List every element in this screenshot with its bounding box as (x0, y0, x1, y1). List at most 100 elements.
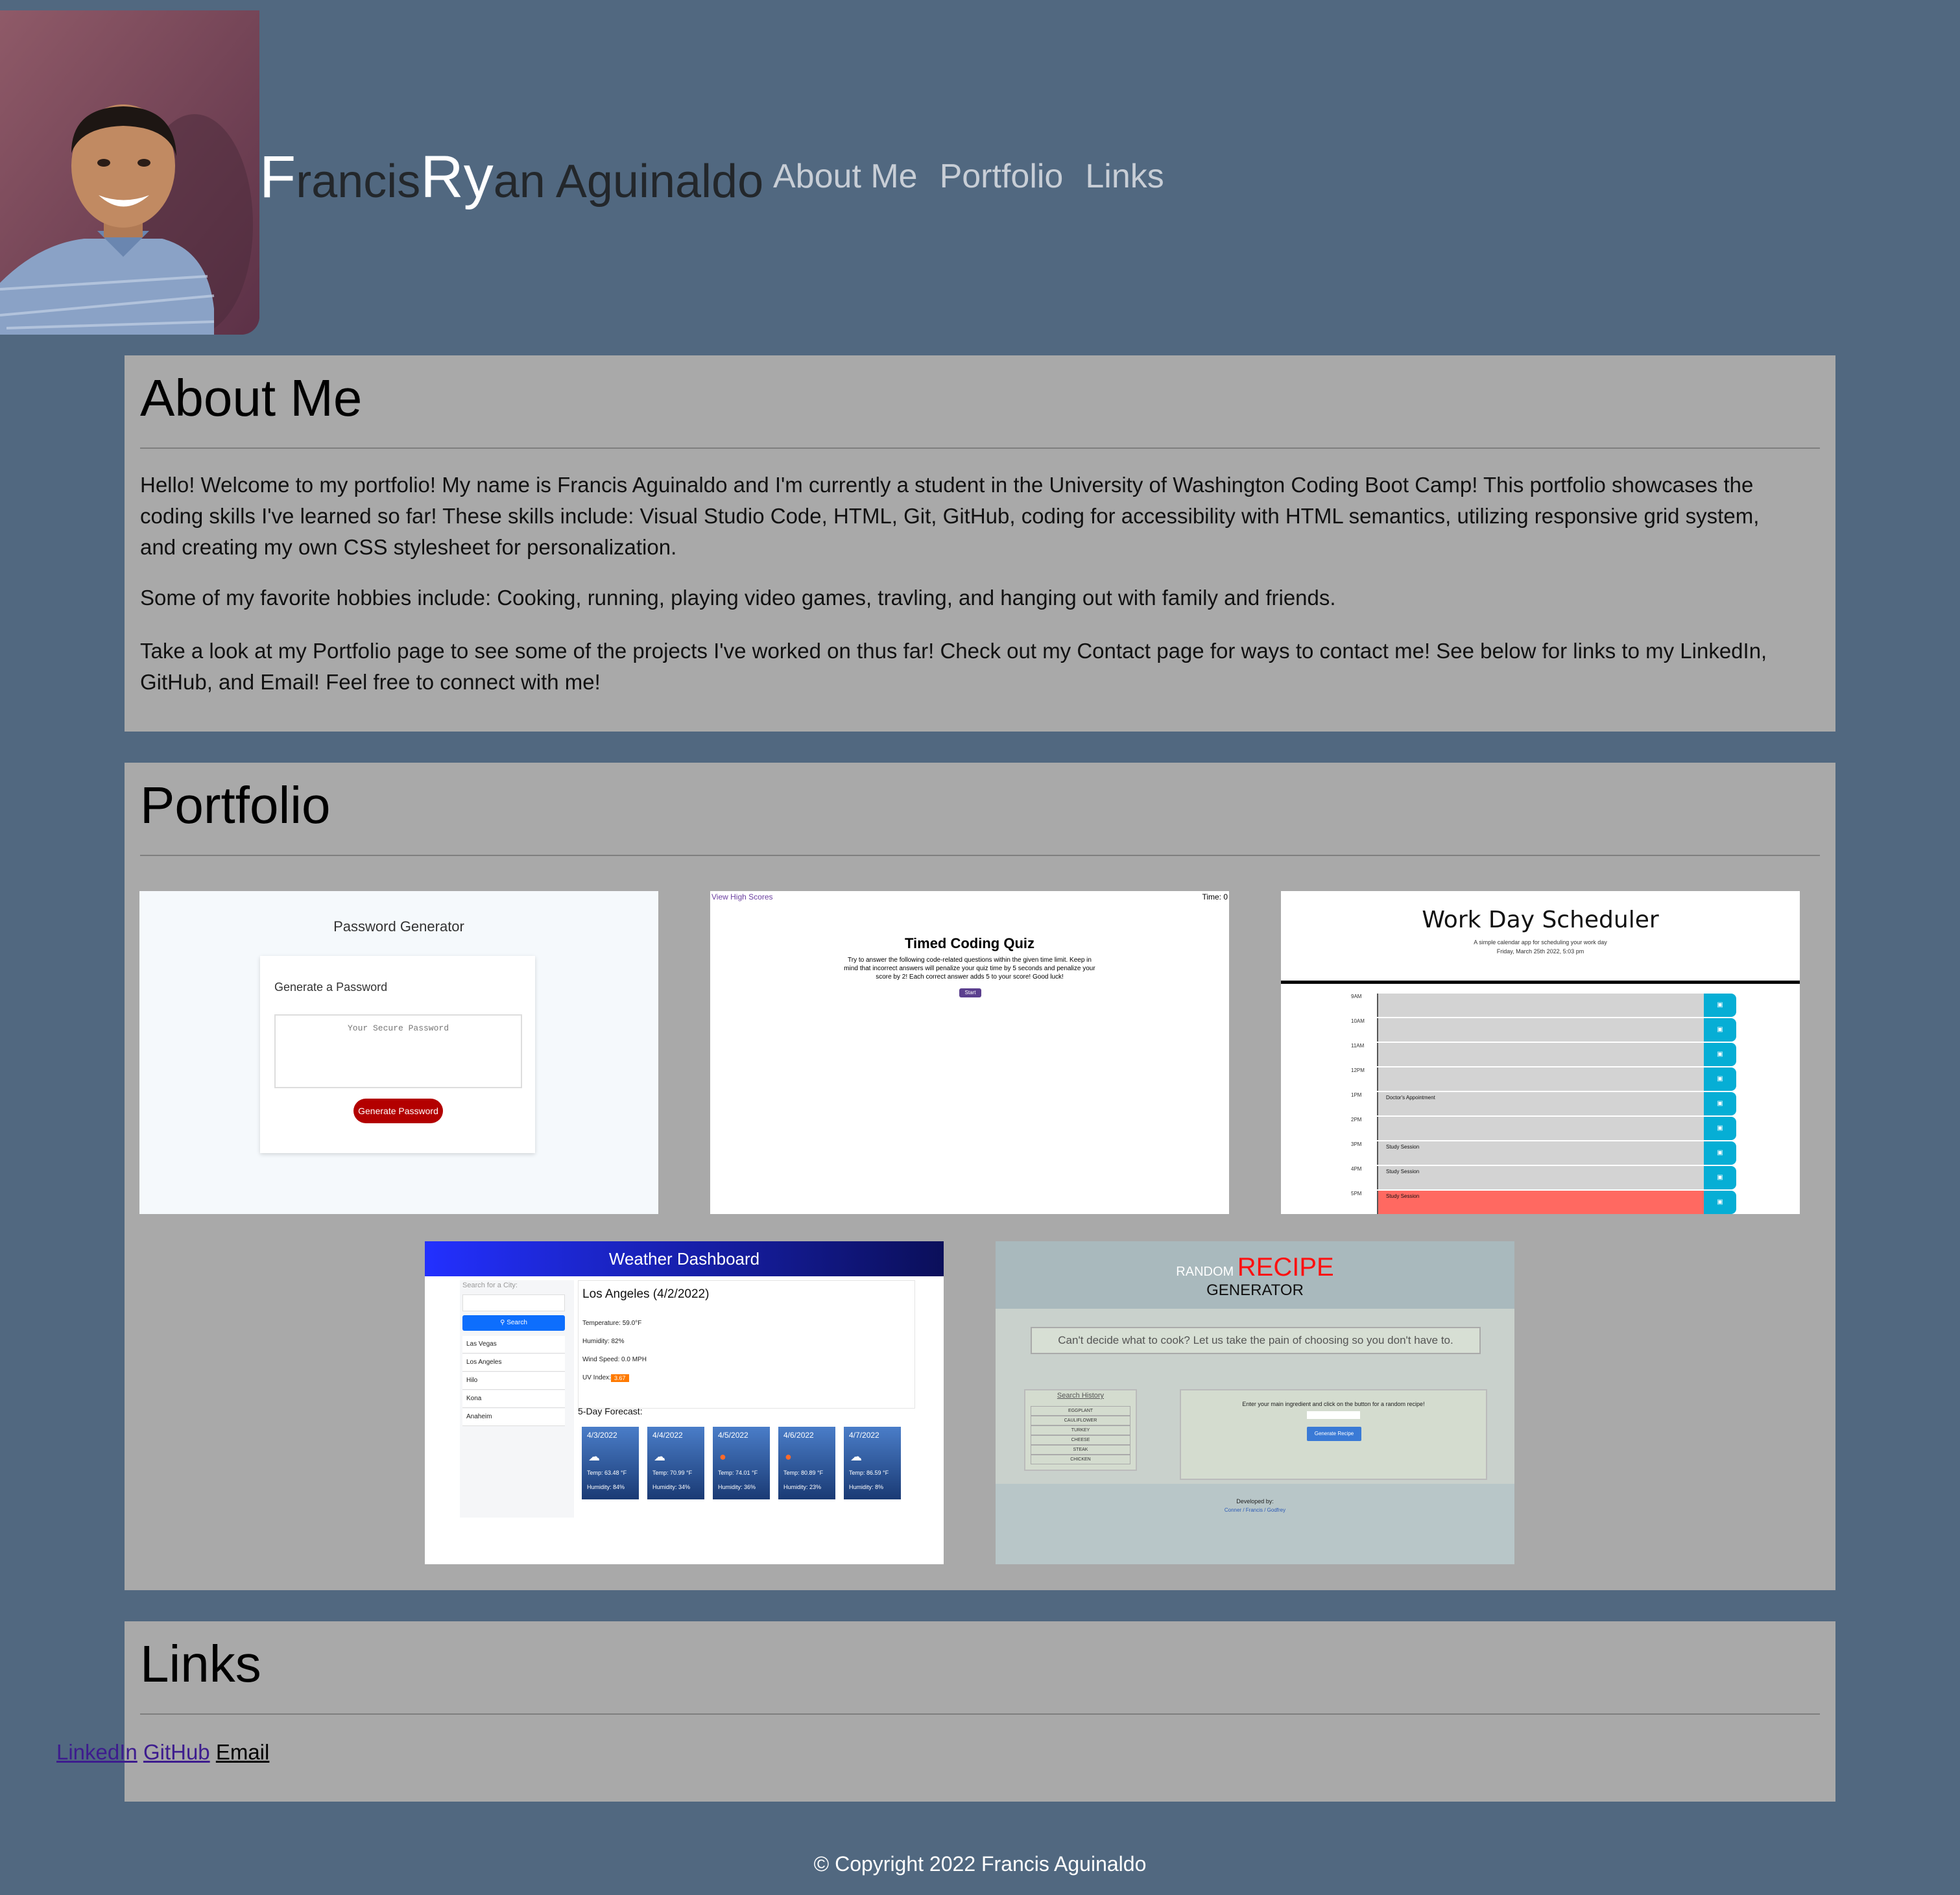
scheduler-row: 10AM ▣ (1281, 1018, 1800, 1043)
site-title-part: y (463, 144, 494, 210)
forecast-humidity: Humidity: 23% (783, 1484, 822, 1490)
about-heading: About Me (140, 369, 363, 427)
weather-current-city: Los Angeles (4/2/2022) (582, 1287, 710, 1301)
weather-forecast-label: 5-Day Forecast: (578, 1406, 643, 1416)
search-icon: ⚲ (500, 1319, 507, 1326)
forecast-card: 4/3/2022 ☁ Temp: 63.48 °F Humidity: 84% (582, 1427, 639, 1499)
project-work-day-scheduler[interactable]: Work Day Scheduler A simple calendar app… (1281, 891, 1800, 1214)
scheduler-hour: 9AM (1351, 994, 1362, 999)
scheduler-slot-text: Study Session (1386, 1193, 1420, 1199)
recipe-history-item: CHEESE (1031, 1435, 1130, 1445)
scheduler-hour: 5PM (1351, 1191, 1362, 1197)
project-random-recipe-generator[interactable]: RANDOM RECIPE GENERATOR Can't decide wha… (996, 1241, 1514, 1564)
recipe-title-random: RANDOM (1176, 1265, 1234, 1279)
link-github[interactable]: GitHub (143, 1740, 210, 1764)
save-icon: ▣ (1704, 1092, 1736, 1115)
scheduler-hour: 3PM (1351, 1141, 1362, 1147)
scheduler-hour: 10AM (1351, 1018, 1365, 1024)
weather-icon: ☁ (850, 1450, 862, 1463)
scheduler-divider (1281, 981, 1800, 984)
forecast-temp: Temp: 86.59 °F (849, 1470, 889, 1476)
forecast-temp: Temp: 63.48 °F (587, 1470, 627, 1476)
scheduler-slot-text: Doctor's Appointment (1386, 1095, 1435, 1101)
forecast-humidity: Humidity: 34% (652, 1484, 691, 1490)
project-timed-coding-quiz[interactable]: View High Scores Time: 0 Timed Coding Qu… (710, 891, 1229, 1214)
scheduler-title: Work Day Scheduler (1422, 907, 1659, 933)
scheduler-row: 5PM Study Session ▣ (1281, 1191, 1800, 1214)
about-paragraph-3: Take a look at my Portfolio page to see … (140, 639, 1767, 694)
quiz-time: Time: 0 (1202, 892, 1228, 901)
scheduler-slot: Study Session (1377, 1166, 1705, 1189)
recipe-tagline: Can't decide what to cook? Let us take t… (1031, 1327, 1481, 1354)
scheduler-row: 1PM Doctor's Appointment ▣ (1281, 1092, 1800, 1117)
scheduler-row: 4PM Study Session ▣ (1281, 1166, 1800, 1191)
weather-city-item: Anaheim (462, 1409, 565, 1426)
scheduler-subtitle: A simple calendar app for scheduling you… (1474, 939, 1607, 946)
scheduler-hour: 11AM (1351, 1043, 1365, 1049)
scheduler-hour: 4PM (1351, 1166, 1362, 1172)
about-paragraph-2: Some of my favorite hobbies include: Coo… (140, 586, 1336, 610)
weather-city-item: Kona (462, 1390, 565, 1408)
recipe-ingredient-input (1307, 1411, 1360, 1419)
scheduler-slot: Study Session (1377, 1191, 1705, 1214)
scheduler-hour: 2PM (1351, 1117, 1362, 1123)
recipe-title-generator: GENERATOR (1206, 1281, 1304, 1299)
weather-city-item: Hilo (462, 1372, 565, 1390)
save-icon: ▣ (1704, 1067, 1736, 1091)
scheduler-hour: 1PM (1351, 1092, 1362, 1098)
forecast-temp: Temp: 70.99 °F (652, 1470, 693, 1476)
pw-card-label: Generate a Password (274, 981, 388, 994)
recipe-history-item: EGGPLANT (1031, 1406, 1130, 1416)
forecast-card: 4/6/2022 ● Temp: 80.89 °F Humidity: 23% (778, 1427, 835, 1499)
scheduler-hour: 12PM (1351, 1067, 1365, 1073)
main-nav: About Me Portfolio Links (773, 153, 1164, 200)
save-icon: ▣ (1704, 994, 1736, 1017)
scheduler-slot-text: Study Session (1386, 1144, 1420, 1150)
pw-title: Password Generator (333, 918, 464, 935)
recipe-history-title: Search History (1057, 1392, 1105, 1400)
nav-link-links[interactable]: Links (1085, 153, 1164, 200)
nav-link-portfolio[interactable]: Portfolio (940, 153, 1064, 200)
link-linkedin[interactable]: LinkedIn (56, 1740, 137, 1764)
about-divider (140, 447, 1820, 449)
forecast-card: 4/4/2022 ☁ Temp: 70.99 °F Humidity: 34% (647, 1427, 704, 1499)
weather-search-button: ⚲ Search (462, 1315, 565, 1331)
portfolio-divider (140, 855, 1820, 856)
recipe-developers: Conner / Francis / Godfrey (1224, 1507, 1286, 1513)
weather-stat: UV Index: (582, 1374, 611, 1381)
project-password-generator[interactable]: Password Generator Generate a Password Y… (139, 891, 658, 1214)
weather-icon: ☁ (654, 1450, 665, 1463)
weather-stat: Wind Speed: 0.0 MPH (582, 1356, 647, 1363)
scheduler-row: 2PM ▣ (1281, 1117, 1800, 1141)
site-title-part: F (259, 144, 296, 210)
recipe-history-item: STEAK (1031, 1445, 1130, 1455)
portfolio-heading: Portfolio (140, 776, 331, 834)
scheduler-date: Friday, March 25th 2022, 5:03 pm (1496, 948, 1584, 955)
recipe-history-item: CAULIFLOWER (1031, 1416, 1130, 1425)
recipe-search-history: Search History EGGPLANT CAULIFLOWER TURKEY… (1024, 1389, 1137, 1471)
weather-uv-badge: 3.67 (611, 1374, 629, 1382)
scheduler-slot (1377, 1018, 1705, 1042)
weather-search-label: Search for a City: (462, 1281, 518, 1289)
weather-current: Los Angeles (4/2/2022) 3.67 Temperature:… (578, 1280, 915, 1409)
link-email[interactable]: Email (216, 1740, 270, 1764)
links-list: LinkedIn GitHub Email (56, 1737, 269, 1768)
forecast-humidity: Humidity: 8% (849, 1484, 884, 1490)
portfolio-section: Portfolio Password Generator Generate a … (125, 763, 1835, 1590)
weather-icon: ☁ (588, 1450, 600, 1463)
about-section: About Me Hello! Welcome to my portfolio!… (125, 355, 1835, 732)
weather-header: Weather Dashboard (425, 1241, 944, 1276)
weather-stat: Temperature: 59.0°F (582, 1320, 642, 1327)
forecast-temp: Temp: 74.01 °F (718, 1470, 758, 1476)
quiz-high-scores: View High Scores (711, 892, 773, 901)
quiz-start-button: Start Quiz (959, 988, 981, 1005)
project-weather-dashboard[interactable]: Weather Dashboard Search for a City: ⚲ S… (425, 1241, 944, 1564)
forecast-humidity: Humidity: 36% (718, 1484, 756, 1490)
save-icon: ▣ (1704, 1141, 1736, 1165)
weather-city-item: Las Vegas (462, 1336, 565, 1353)
forecast-card: 4/5/2022 ● Temp: 74.01 °F Humidity: 36% (713, 1427, 770, 1499)
profile-photo (0, 10, 259, 335)
site-header: Francis Ry an Aguinaldo About Me Portfolio L… (0, 0, 1960, 337)
recipe-footer: Developed by: Conner / Francis / Godfrey (996, 1484, 1514, 1564)
nav-link-about-me[interactable]: About Me (773, 153, 918, 200)
